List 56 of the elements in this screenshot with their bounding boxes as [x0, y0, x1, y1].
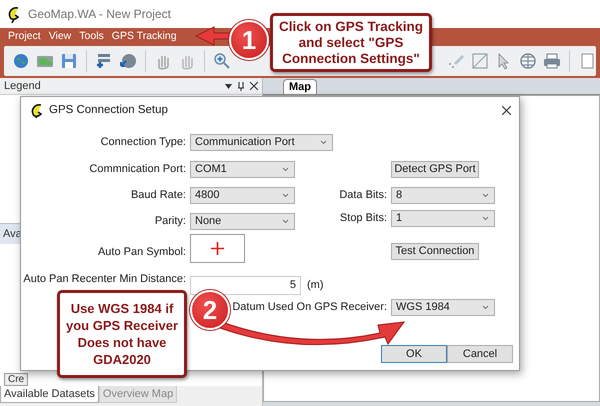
- menu-item[interactable]: Project: [4, 30, 45, 42]
- pin-icon: [238, 82, 244, 90]
- cancel-button[interactable]: Cancel: [447, 345, 513, 363]
- dropdown[interactable]: WGS 1984: [391, 299, 495, 316]
- window-title: GeoMap.WA - New Project: [28, 7, 171, 21]
- printer-icon[interactable]: [543, 52, 561, 70]
- menu-item[interactable]: GPS Tracking: [108, 30, 181, 42]
- field-label: Stop Bits:: [338, 211, 387, 226]
- globe-grid-icon[interactable]: [519, 52, 537, 70]
- chevron-icon: [482, 305, 489, 310]
- menu-item[interactable]: View: [44, 30, 76, 42]
- chevron-icon: [282, 193, 289, 198]
- callout-note: Click on GPS Tracking and select "GPS Connection Settings": [270, 13, 432, 72]
- dropdown[interactable]: 8: [391, 187, 495, 204]
- field-label: Commnication Port:: [88, 162, 186, 177]
- dropdown[interactable]: 1: [391, 210, 495, 227]
- field-label: Datum Used On GPS Receiver:: [232, 300, 387, 315]
- menu-item[interactable]: Tools: [75, 30, 108, 42]
- create-group-button[interactable]: Cre: [4, 373, 28, 386]
- ok-button[interactable]: OK: [381, 345, 447, 363]
- panel-tab[interactable]: Available Datasets: [0, 386, 99, 403]
- field-label: Parity:: [154, 214, 186, 229]
- globe-icon[interactable]: [12, 52, 30, 70]
- field-label: Auto Pan Recenter Min Distance:: [22, 272, 186, 287]
- field-label: Data Bits:: [338, 188, 387, 203]
- save-icon[interactable]: [60, 52, 78, 70]
- dropdown[interactable]: Communication Port: [190, 134, 333, 151]
- dropdown[interactable]: 4800: [190, 187, 295, 204]
- dropdown-arrow-icon: [225, 84, 232, 88]
- dropdown[interactable]: None: [190, 213, 295, 230]
- document-tab[interactable]: Map: [283, 79, 317, 94]
- chevron-icon: [482, 216, 489, 221]
- panel-title: Legend: [4, 80, 41, 92]
- field-label: Baud Rate:: [130, 188, 186, 203]
- chevron-icon: [282, 167, 289, 172]
- app-logo-icon: [6, 5, 22, 23]
- dropdown[interactable]: COM1: [190, 161, 295, 178]
- zoom-in-icon[interactable]: [213, 52, 231, 70]
- close-icon: [250, 82, 258, 90]
- field-label: Connection Type:: [100, 135, 186, 150]
- add-layer-icon[interactable]: [95, 52, 113, 70]
- test-connection-button[interactable]: Test Connection: [391, 243, 479, 260]
- close-icon[interactable]: [502, 106, 511, 114]
- distance-field[interactable]: 5: [190, 276, 301, 294]
- detect-port-button[interactable]: Detect GPS Port: [391, 161, 479, 178]
- symbol-picker[interactable]: [190, 234, 245, 263]
- plus-icon: [211, 242, 224, 255]
- dialog-title: GPS Connection Setup: [49, 104, 169, 116]
- callout-note: Use WGS 1984 if you GPS Receiver Does not have GDA2020: [57, 290, 187, 378]
- unit-label: (m): [307, 279, 324, 291]
- chevron-icon: [282, 219, 289, 224]
- chevron-icon: [482, 193, 489, 198]
- chevron-icon: [320, 140, 327, 145]
- app-logo-icon: [29, 102, 43, 118]
- polygon-icon[interactable]: [471, 52, 489, 70]
- field-label: Auto Pan Symbol:: [96, 245, 186, 260]
